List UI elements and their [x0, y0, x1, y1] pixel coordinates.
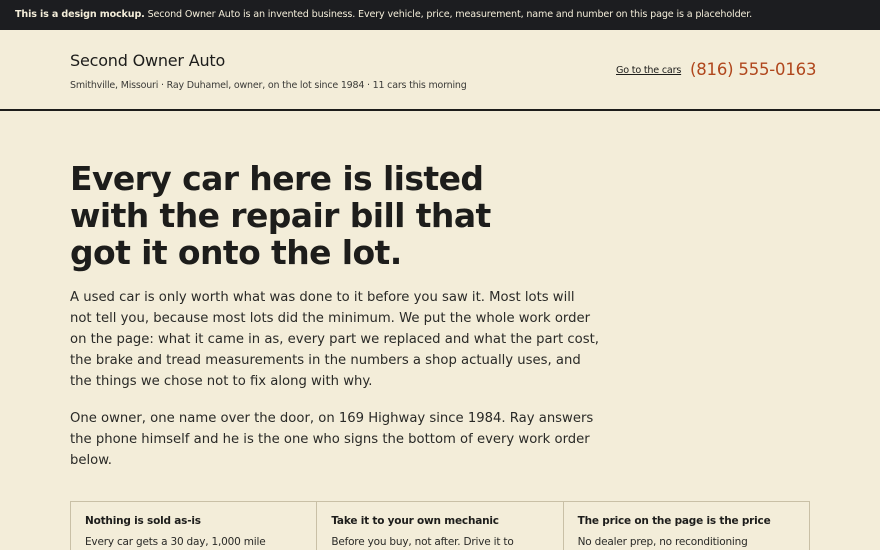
feature-text: Before you buy, not after. Drive it to	[331, 536, 514, 548]
mockup-banner: This is a design mockup. Second Owner Au…	[0, 0, 880, 30]
owner-line: the phone himself and he is the one who …	[70, 432, 590, 447]
owner-line: One owner, one name over the door, on 16…	[70, 411, 594, 426]
phone-number-link[interactable]: (816) 555-0163	[690, 60, 816, 79]
banner-text: Second Owner Auto is an invented busines…	[147, 9, 753, 20]
feature-card: The price on the page is the price No de…	[564, 502, 809, 550]
intro-line: the things we chose not to fix along wit…	[70, 374, 373, 389]
brand-subline: Smithville, Missouri · Ray Duhamel, owne…	[70, 80, 467, 91]
intro-line: the brake and tread measurements in the …	[70, 353, 581, 368]
intro-line: A used car is only worth what was done t…	[70, 290, 575, 305]
feature-title: The price on the page is the price	[577, 515, 771, 527]
feature-text: No dealer prep, no reconditioning	[577, 536, 748, 548]
intro-line: on the page: what it came in as, every p…	[70, 332, 599, 347]
feature-text: Every car gets a 30 day, 1,000 mile	[85, 536, 266, 548]
brand-name[interactable]: Second Owner Auto	[70, 51, 225, 70]
hero-title: Every car here is listed with the repair…	[70, 159, 491, 272]
owner-line: below.	[70, 453, 112, 468]
promise-features: Nothing is sold as-is Every car gets a 3…	[70, 501, 810, 550]
intro-line: not tell you, because most lots did the …	[70, 311, 591, 326]
site-header: Second Owner Auto Smithville, Missouri ·…	[0, 30, 880, 111]
hero-title-line: Every car here is listed	[70, 159, 484, 198]
hero-title-line: with the repair bill that	[70, 196, 491, 235]
feature-card: Nothing is sold as-is Every car gets a 3…	[71, 502, 318, 550]
feature-title: Take it to your own mechanic	[331, 515, 499, 527]
banner-lead: This is a design mockup.	[15, 9, 145, 20]
feature-card: Take it to your own mechanic Before you …	[317, 502, 564, 550]
owner-paragraph: One owner, one name over the door, on 16…	[70, 408, 594, 471]
feature-title: Nothing is sold as-is	[85, 515, 201, 527]
intro-paragraph: A used car is only worth what was done t…	[70, 287, 599, 392]
go-to-cars-link[interactable]: Go to the cars	[616, 65, 681, 76]
hero-title-line: got it onto the lot.	[70, 233, 402, 272]
